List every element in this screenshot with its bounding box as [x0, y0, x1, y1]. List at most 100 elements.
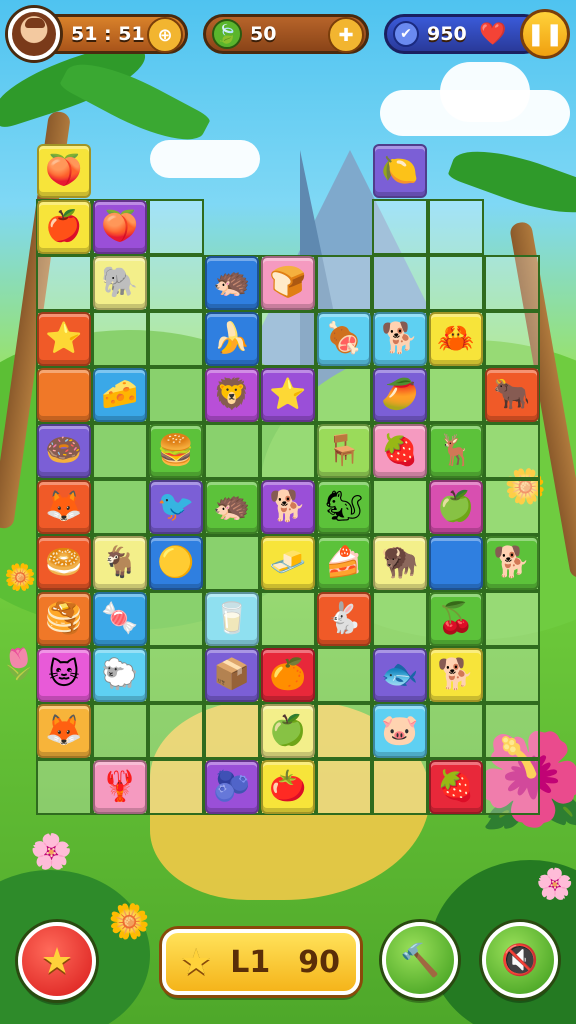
puppy-tile[interactable]: 🐕	[261, 480, 315, 534]
star-icon: ⭐	[45, 321, 83, 356]
goat-tile[interactable]: 🐐	[93, 536, 147, 590]
green-apple-icon: 🍏	[437, 489, 475, 524]
pause-button[interactable]: ❚❚	[520, 9, 570, 59]
cherry-tile[interactable]: 🍒	[429, 592, 483, 646]
hedgehog-tile[interactable]: 🦔	[205, 256, 259, 310]
hammer-icon: 🔨	[400, 941, 440, 979]
donut-tile[interactable]: 🍩	[37, 424, 91, 478]
leaf-pill: 🍃 50 ✚	[203, 14, 369, 54]
cup-tile[interactable]: 🥛	[205, 592, 259, 646]
meat-tile[interactable]: 🍖	[317, 312, 371, 366]
blueberry-icon: 🫐	[213, 769, 251, 804]
berry-tile[interactable]: 🍓	[373, 424, 427, 478]
board-cell	[148, 591, 204, 647]
leaf-count: 50	[250, 23, 277, 45]
orange-flower: 🌷	[0, 647, 38, 682]
mango-tile[interactable]: 🥭	[373, 368, 427, 422]
leaf-icon: 🍃	[212, 19, 242, 49]
raspberry-icon: 🍓	[437, 769, 475, 804]
peach-tile[interactable]: 🍑	[37, 144, 91, 198]
pancake-tile[interactable]: 🥞	[37, 592, 91, 646]
donut-icon: 🍩	[45, 433, 83, 468]
candy-tile[interactable]: 🍬	[93, 592, 147, 646]
green-apple-tile[interactable]: 🍏	[429, 480, 483, 534]
heart-icon: ❤️	[479, 22, 507, 47]
board-cell	[428, 199, 484, 255]
shiba-tile[interactable]: 🐕	[429, 648, 483, 702]
stool-tile[interactable]: 🪑	[317, 424, 371, 478]
fox-icon: 🦊	[45, 489, 83, 524]
raspberry-tile[interactable]: 🍓	[429, 760, 483, 814]
lemon-tile[interactable]: 🍋	[373, 144, 427, 198]
lion-tile[interactable]: 🦁	[205, 368, 259, 422]
score-value: 950	[427, 23, 467, 45]
banana-tile[interactable]: 🍌	[205, 312, 259, 366]
ox-tile[interactable]: 🐂	[485, 368, 539, 422]
clock-icon[interactable]: ⊕	[147, 17, 183, 53]
bird-icon: 🐦	[157, 489, 195, 524]
pause-icon: ❚❚	[526, 21, 564, 47]
bagel-icon: 🥯	[45, 545, 83, 580]
bison-tile[interactable]: 🦬	[373, 536, 427, 590]
box-tile[interactable]: 📦	[205, 648, 259, 702]
board-cell	[484, 255, 540, 311]
board-cell	[484, 479, 540, 535]
crab-tile[interactable]: 🦀	[429, 312, 483, 366]
deer-tile[interactable]: 🦌	[429, 424, 483, 478]
peach-icon: 🍑	[45, 153, 83, 188]
sound-toggle-button[interactable]: 🔇	[482, 922, 558, 998]
butter-icon: 🧈	[269, 545, 307, 580]
tomato-tile[interactable]: 🍅	[261, 760, 315, 814]
board-cell	[316, 759, 372, 815]
board-cell	[148, 759, 204, 815]
ball-tile[interactable]: 🟡	[149, 536, 203, 590]
fish-tile[interactable]: 🐟	[373, 648, 427, 702]
fox-tile[interactable]: 🦊	[37, 480, 91, 534]
board-cell	[316, 255, 372, 311]
elephant-tile[interactable]: 🐘	[93, 256, 147, 310]
apple-tile[interactable]: 🍎	[37, 200, 91, 254]
add-leaf-icon[interactable]: ✚	[328, 17, 364, 53]
bird-tile[interactable]: 🐦	[149, 480, 203, 534]
star-tile[interactable]: ⭐	[37, 312, 91, 366]
lobster-tile[interactable]: 🦞	[93, 760, 147, 814]
hammer-button[interactable]: 🔨	[382, 922, 458, 998]
hedgehog-icon: 🦔	[213, 265, 251, 300]
level-star-icon: ★	[180, 941, 213, 983]
orange-tile[interactable]	[37, 368, 91, 422]
player-avatar[interactable]	[8, 8, 60, 60]
bagel-tile[interactable]: 🥯	[37, 536, 91, 590]
burger-tile[interactable]: 🍔	[149, 424, 203, 478]
hound-tile[interactable]: 🐕	[485, 536, 539, 590]
cake-tile[interactable]: 🍰	[317, 536, 371, 590]
mute-icon: 🔇	[501, 942, 539, 978]
board-cell	[316, 647, 372, 703]
board-cell	[372, 759, 428, 815]
starfish-tile[interactable]: ⭐	[261, 368, 315, 422]
lobster-icon: 🦞	[101, 769, 139, 804]
board-cell	[148, 367, 204, 423]
blue-tile[interactable]	[429, 536, 483, 590]
pig-tile[interactable]: 🐷	[373, 704, 427, 758]
squirrel-tile[interactable]: 🐿	[317, 480, 371, 534]
star-booster-button[interactable]: ★	[18, 922, 96, 1000]
board-cell	[316, 367, 372, 423]
cherry-icon: 🍒	[437, 601, 475, 636]
cat-tile[interactable]: 🐱	[37, 648, 91, 702]
blueberry-tile[interactable]: 🫐	[205, 760, 259, 814]
rabbit-tile[interactable]: 🐇	[317, 592, 371, 646]
butter-tile[interactable]: 🧈	[261, 536, 315, 590]
toast-icon: 🍞	[269, 265, 307, 300]
sheep-tile[interactable]: 🐑	[93, 648, 147, 702]
fish-icon: 🐟	[381, 657, 419, 692]
plum-tile[interactable]: 🍑	[93, 200, 147, 254]
orange-fruit-tile[interactable]: 🍊	[261, 648, 315, 702]
toast-tile[interactable]: 🍞	[261, 256, 315, 310]
cheese-tile[interactable]: 🧀	[93, 368, 147, 422]
dog-tile[interactable]: 🐕	[373, 312, 427, 366]
porcupine-tile[interactable]: 🦔	[205, 480, 259, 534]
orange-fruit-icon: 🍊	[269, 657, 307, 692]
elephant-icon: 🐘	[101, 265, 139, 300]
lime-tile[interactable]: 🍏	[261, 704, 315, 758]
squirrel-face-tile[interactable]: 🦊	[37, 704, 91, 758]
